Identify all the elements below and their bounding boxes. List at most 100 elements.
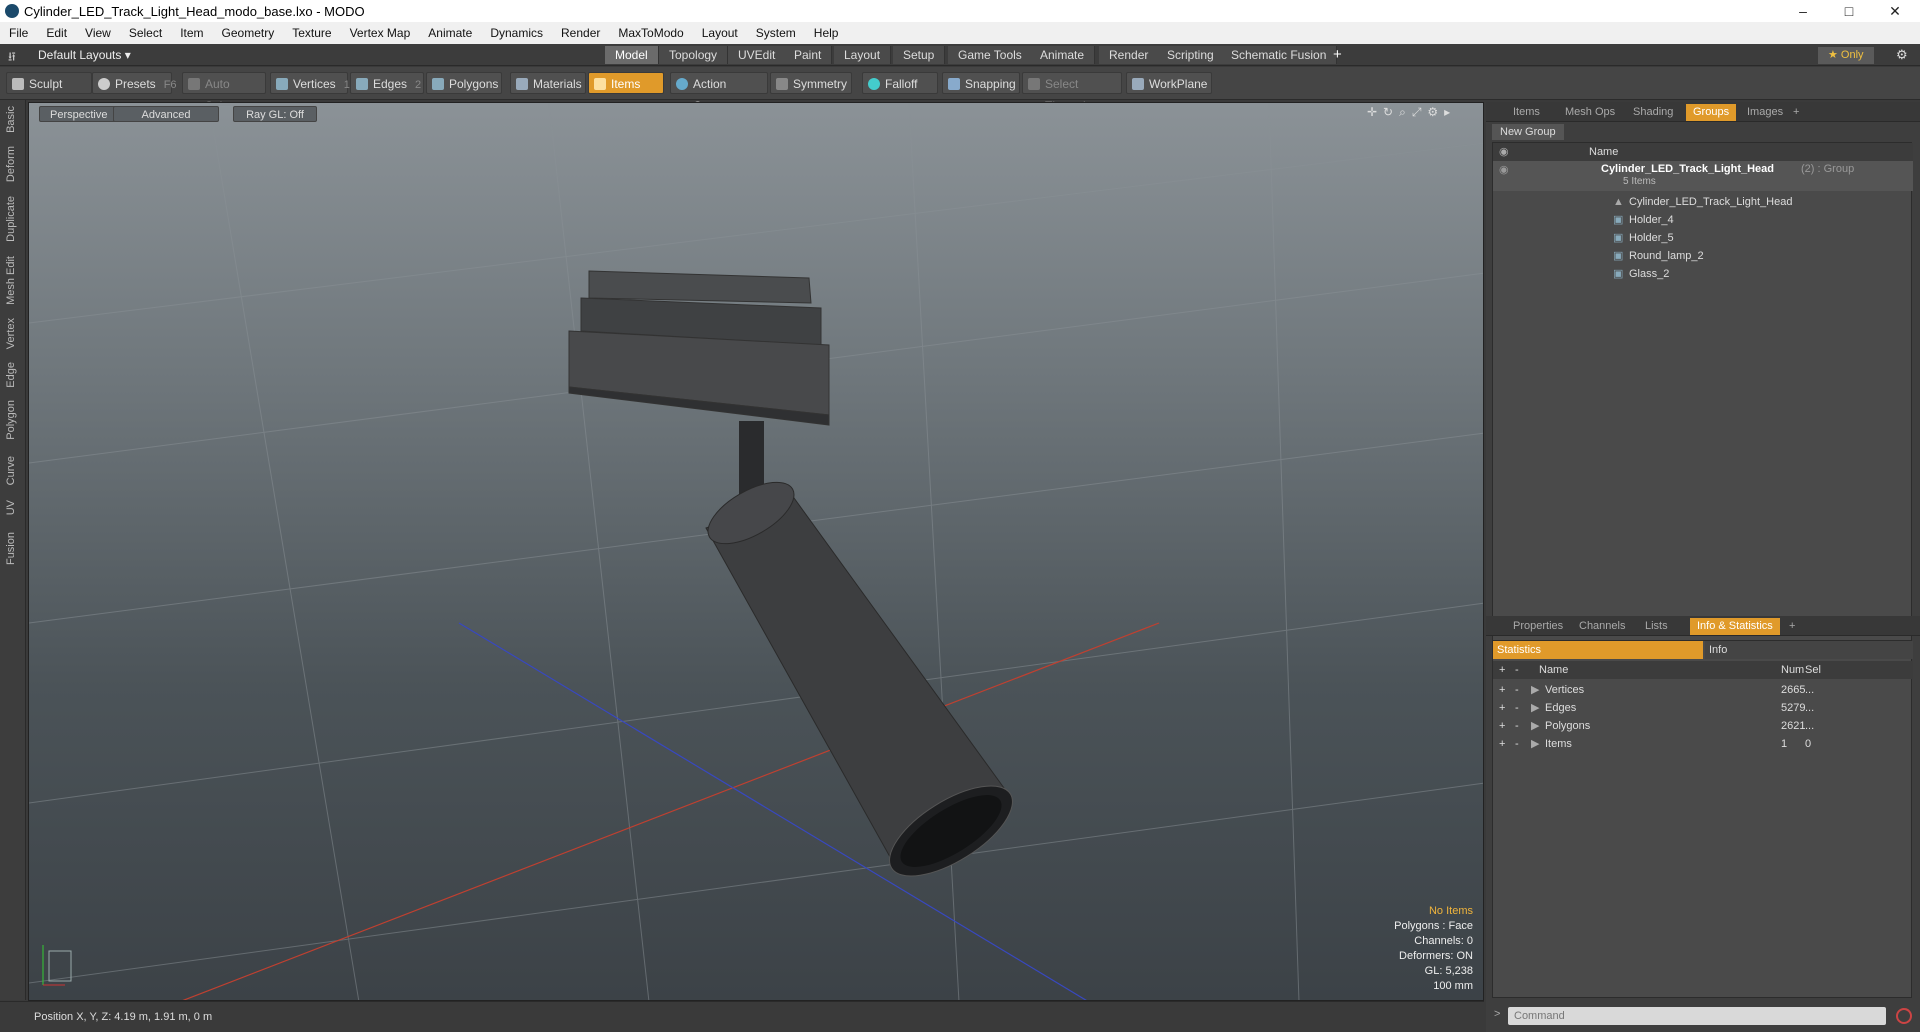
tab-deform[interactable]: Deform	[5, 146, 17, 182]
menu-item[interactable]: Item	[171, 22, 212, 40]
tab-items[interactable]: Items	[1506, 104, 1547, 121]
only-toggle[interactable]: ★ Only	[1818, 47, 1874, 64]
tab-mesh-edit[interactable]: Mesh Edit	[5, 256, 17, 305]
tab-info-statistics[interactable]: Info & Statistics	[1690, 618, 1780, 635]
maximize-button[interactable]: □	[1826, 1, 1872, 21]
tab-images[interactable]: Images	[1740, 104, 1790, 121]
vertices-button[interactable]: Vertices 1	[270, 72, 350, 94]
layout-expand-icon[interactable]: ⭿	[8, 48, 16, 69]
menu-layout[interactable]: Layout	[693, 22, 747, 40]
tab-topology[interactable]: Topology	[659, 46, 729, 64]
menu-maxtomodo[interactable]: MaxToModo	[609, 22, 692, 40]
shading-dropdown[interactable]: Advanced	[113, 106, 219, 122]
menu-edit[interactable]: Edit	[37, 22, 76, 40]
tab-groups[interactable]: Groups	[1686, 104, 1737, 121]
items-button[interactable]: Items	[588, 72, 664, 94]
column-num: Num	[1781, 664, 1805, 676]
tab-paint[interactable]: Paint	[784, 46, 833, 64]
tree-item[interactable]: ▣ Glass_2	[1493, 265, 1913, 283]
tab-channels[interactable]: Channels	[1572, 618, 1632, 635]
record-icon[interactable]	[1896, 1008, 1912, 1024]
tab-animate[interactable]: Animate	[1030, 46, 1096, 64]
menu-file[interactable]: File	[0, 22, 37, 40]
tab-curve[interactable]: Curve	[5, 456, 17, 485]
menu-view[interactable]: View	[76, 22, 120, 40]
stats-name: Polygons	[1545, 720, 1591, 732]
tab-shading[interactable]: Shading	[1626, 104, 1680, 121]
perspective-dropdown[interactable]: Perspective	[39, 106, 119, 122]
menu-vertex-map[interactable]: Vertex Map	[341, 22, 420, 40]
tab-render[interactable]: Render	[1099, 46, 1160, 64]
menu-select[interactable]: Select	[120, 22, 171, 40]
tab-fusion[interactable]: Fusion	[5, 532, 17, 565]
raygl-toggle[interactable]: Ray GL: Off	[233, 106, 317, 122]
default-layouts-dropdown[interactable]: Default Layouts ▾	[38, 48, 131, 62]
tab-scripting[interactable]: Scripting	[1157, 46, 1225, 64]
tab-lists[interactable]: Lists	[1638, 618, 1675, 635]
tree-item[interactable]: ▲ Cylinder_LED_Track_Light_Head	[1493, 193, 1913, 211]
tab-properties[interactable]: Properties	[1506, 618, 1570, 635]
viewport-nav-icons[interactable]: ✛↻⌕⤢⚙▸	[1367, 105, 1456, 120]
tab-uv[interactable]: UV	[5, 500, 17, 515]
expand-arrow-icon[interactable]: ▶	[1531, 699, 1539, 717]
tab-vertex[interactable]: Vertex	[5, 318, 17, 349]
tab-basic[interactable]: Basic	[5, 106, 17, 133]
tab-schematic-fusion[interactable]: Schematic Fusion	[1221, 46, 1338, 64]
menu-system[interactable]: System	[747, 22, 805, 40]
expand-arrow-icon[interactable]: ▶	[1531, 735, 1539, 753]
presets-button[interactable]: Presets F6	[92, 72, 177, 94]
right-panel: Items Mesh Ops Shading Groups Images + N…	[1486, 102, 1920, 1032]
minimize-button[interactable]: –	[1780, 1, 1826, 21]
falloff-button[interactable]: Falloff	[862, 72, 938, 94]
menu-geometry[interactable]: Geometry	[213, 22, 284, 40]
tab-layout[interactable]: Layout	[834, 46, 892, 64]
tree-item[interactable]: ▣ Holder_4	[1493, 211, 1913, 229]
3d-viewport[interactable]: Perspective Advanced Ray GL: Off ✛↻⌕⤢⚙▸ …	[28, 102, 1484, 1001]
workplane-button[interactable]: WorkPlane	[1126, 72, 1212, 94]
tab-setup[interactable]: Setup	[893, 46, 946, 64]
symmetry-button[interactable]: Symmetry	[770, 72, 852, 94]
gear-icon[interactable]: ⚙	[1896, 47, 1908, 63]
menu-render[interactable]: Render	[552, 22, 609, 40]
subtab-statistics[interactable]: Statistics	[1493, 641, 1703, 659]
tree-item[interactable]: ▣ Holder_5	[1493, 229, 1913, 247]
action-center-button[interactable]: Action Center	[670, 72, 768, 113]
tab-game-tools[interactable]: Game Tools	[948, 46, 1033, 64]
eye-icon[interactable]: ◉	[1499, 161, 1509, 179]
expand-arrow-icon[interactable]: ▶	[1531, 681, 1539, 699]
stats-row[interactable]: + - ▶ Items 1 0	[1493, 735, 1913, 753]
tree-item[interactable]: ▣ Round_lamp_2	[1493, 247, 1913, 265]
close-button[interactable]: ✕	[1872, 1, 1918, 21]
new-group-button[interactable]: New Group	[1492, 124, 1564, 140]
tab-duplicate[interactable]: Duplicate	[5, 196, 17, 242]
snapping-button[interactable]: Snapping	[942, 72, 1020, 94]
tab-model[interactable]: Model	[605, 46, 659, 64]
subtab-info[interactable]: Info	[1705, 641, 1913, 659]
menu-texture[interactable]: Texture	[283, 22, 340, 40]
vertices-icon	[276, 78, 288, 90]
auto-select-button[interactable]: Auto Select	[182, 72, 266, 113]
sculpt-label: Sculpt	[29, 77, 63, 91]
expand-arrow-icon[interactable]: ▶	[1531, 717, 1539, 735]
stats-row[interactable]: + - ▶ Polygons 2621...	[1493, 717, 1913, 735]
select-through-button[interactable]: Select Through	[1022, 72, 1122, 113]
tab-polygon[interactable]: Polygon	[5, 400, 17, 440]
add-panel-tab[interactable]: +	[1782, 618, 1802, 635]
edges-button[interactable]: Edges 2	[350, 72, 424, 94]
tab-mesh-ops[interactable]: Mesh Ops	[1558, 104, 1622, 121]
materials-button[interactable]: Materials	[510, 72, 586, 94]
add-tab-icon[interactable]: +	[1333, 46, 1342, 63]
sculpt-button[interactable]: Sculpt	[6, 72, 92, 94]
command-input[interactable]: Command	[1508, 1007, 1886, 1025]
tab-uvedit[interactable]: UVEdit	[728, 46, 787, 64]
polygons-button[interactable]: Polygons	[426, 72, 502, 94]
tab-edge[interactable]: Edge	[5, 362, 17, 388]
add-panel-tab[interactable]: +	[1786, 104, 1806, 121]
menu-dynamics[interactable]: Dynamics	[481, 22, 552, 40]
group-row[interactable]: ◉ Cylinder_LED_Track_Light_Head (2) : Gr…	[1493, 161, 1913, 191]
menu-help[interactable]: Help	[805, 22, 848, 40]
command-prompt-icon: >	[1494, 1008, 1501, 1020]
stats-row[interactable]: + - ▶ Edges 5279...	[1493, 699, 1913, 717]
stats-row[interactable]: + - ▶ Vertices 2665...	[1493, 681, 1913, 699]
menu-animate[interactable]: Animate	[419, 22, 481, 40]
